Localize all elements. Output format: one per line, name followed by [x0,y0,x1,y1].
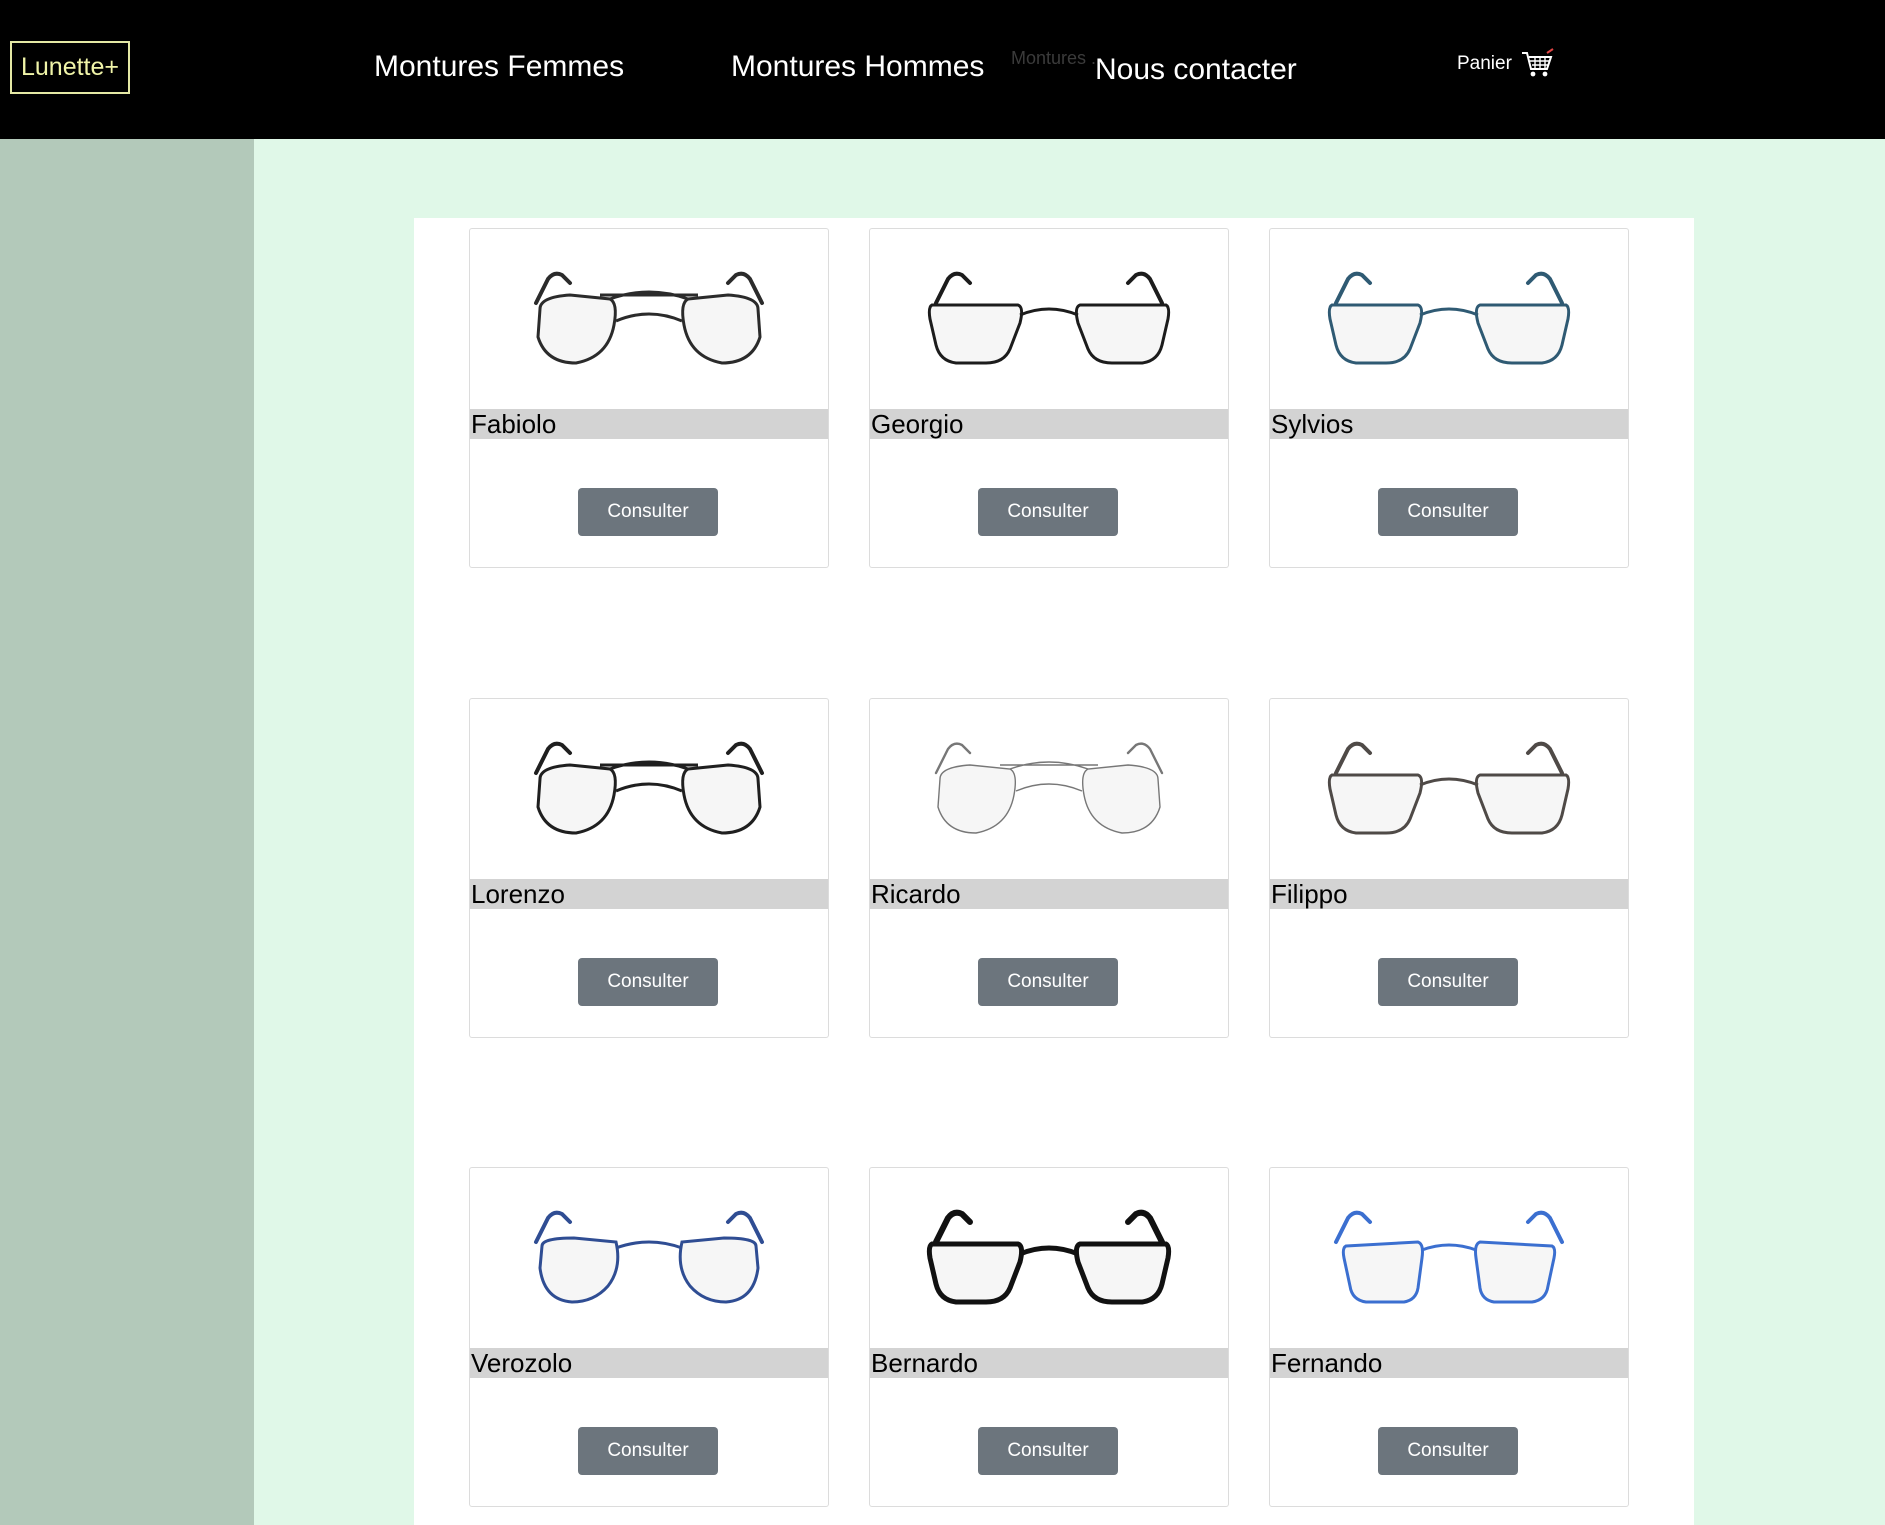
consulter-button[interactable]: Consulter [978,1427,1118,1475]
side-panel [0,139,254,1525]
products-container: Fabiolo Consulter Georgio Consulter Sylvios C… [414,218,1694,1525]
brand-logo[interactable]: Lunette+ [10,41,130,94]
consulter-button[interactable]: Consulter [1378,1427,1518,1475]
product-card: Fabiolo Consulter [469,228,829,568]
product-card: Bernardo Consulter [869,1167,1229,1507]
product-card: Fernando Consulter [1269,1167,1629,1507]
product-name: Filippo [1270,879,1628,909]
cart-link[interactable]: Panier [1457,48,1554,80]
eyeglasses-image [534,741,764,835]
nav-nous-contacter[interactable]: Nous contacter [1095,53,1297,87]
product-name: Georgio [870,409,1228,439]
eyeglasses-image [534,271,764,365]
consulter-button[interactable]: Consulter [1378,488,1518,536]
nav-montures-femmes[interactable]: Montures Femmes [374,50,624,84]
product-name: Sylvios [1270,409,1628,439]
shopping-cart-icon [1521,48,1554,77]
product-card: Filippo Consulter [1269,698,1629,1038]
product-name: Lorenzo [470,879,828,909]
eyeglasses-image [1327,741,1571,835]
eyeglasses-image [534,1210,764,1304]
product-card: Verozolo Consulter [469,1167,829,1507]
product-name: Verozolo [470,1348,828,1378]
nav-overlapped-item: Montures ... [1011,48,1107,68]
cart-label: Panier [1457,53,1512,74]
consulter-button[interactable]: Consulter [578,488,718,536]
consulter-button[interactable]: Consulter [978,488,1118,536]
eyeglasses-image [926,1209,1172,1305]
nav-montures-hommes[interactable]: Montures Hommes [731,50,984,84]
eyeglasses-image [1327,271,1571,365]
eyeglasses-image [934,742,1164,834]
product-card: Georgio Consulter [869,228,1229,568]
product-name: Fabiolo [470,409,828,439]
product-card: Ricardo Consulter [869,698,1229,1038]
product-name: Fernando [1270,1348,1628,1378]
eyeglasses-image [1334,1210,1564,1304]
consulter-button[interactable]: Consulter [978,958,1118,1006]
consulter-button[interactable]: Consulter [578,958,718,1006]
product-card: Lorenzo Consulter [469,698,829,1038]
eyeglasses-image [927,271,1171,365]
product-card: Sylvios Consulter [1269,228,1629,568]
top-navbar: Lunette+ Montures Femmes Montures Hommes… [0,0,1885,139]
consulter-button[interactable]: Consulter [578,1427,718,1475]
consulter-button[interactable]: Consulter [1378,958,1518,1006]
product-name: Bernardo [870,1348,1228,1378]
product-name: Ricardo [870,879,1228,909]
